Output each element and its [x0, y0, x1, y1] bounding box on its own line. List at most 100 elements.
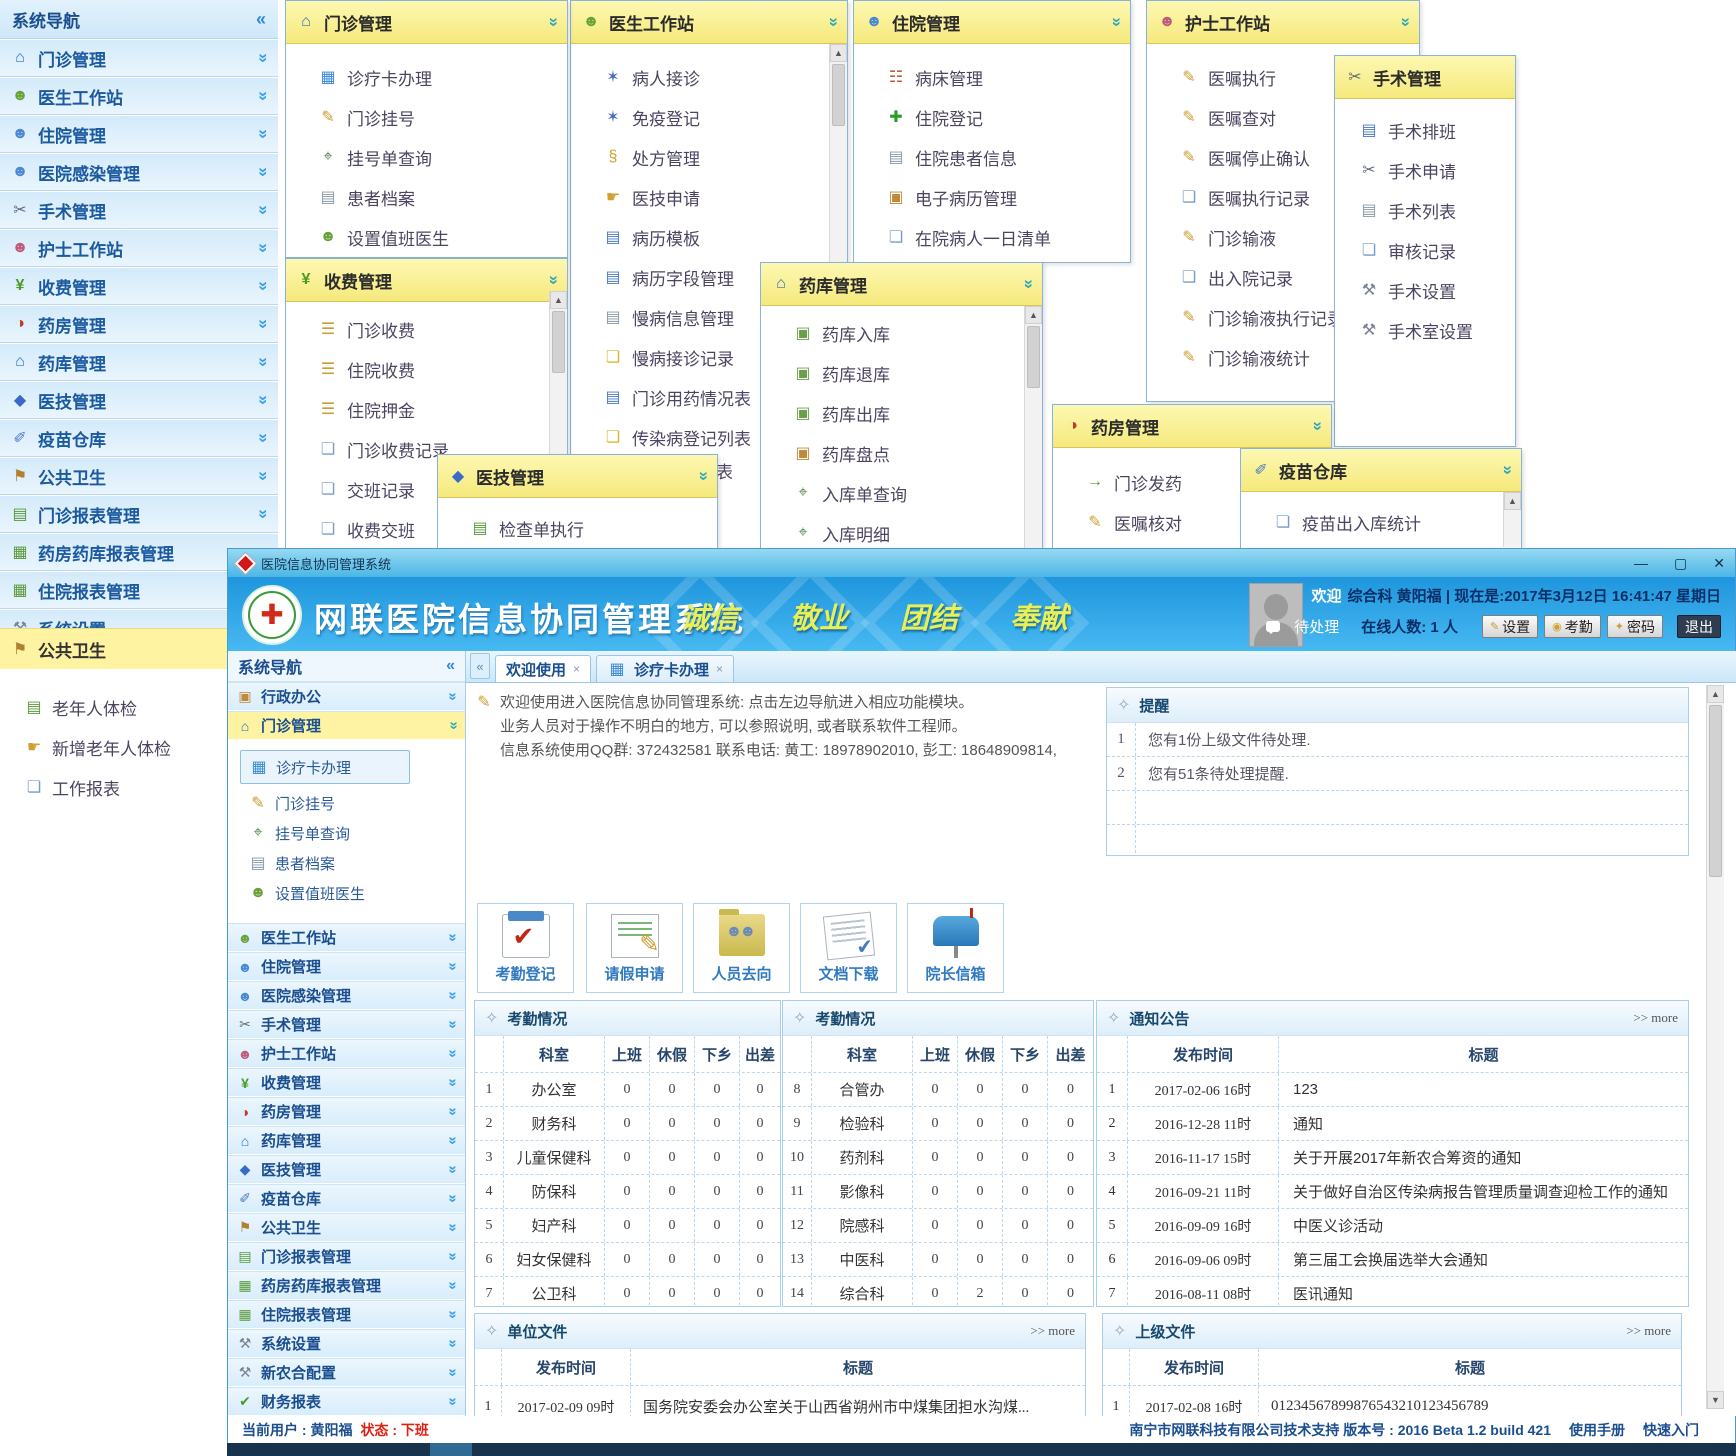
menu-item[interactable]: ✂手术申请 — [1359, 150, 1515, 190]
desktop-nav-item[interactable]: ✐ 疫苗仓库 » — [0, 419, 278, 457]
chevron-up-icon[interactable]: « — [444, 721, 461, 729]
submenu-item[interactable]: ✎ 门诊挂号 — [248, 788, 465, 818]
sidebar-item[interactable]: ◑ 药房管理 » — [228, 1097, 465, 1126]
menu-item[interactable]: ▤检查单执行 — [470, 508, 717, 548]
menu-item[interactable]: ▣电子病历管理 — [886, 177, 1130, 217]
panel-header[interactable]: ◆ 医技管理 « — [438, 455, 717, 498]
menu-item[interactable]: ☰住院收费 — [318, 349, 567, 389]
sidebar-item[interactable]: ▤ 门诊报表管理 » — [228, 1242, 465, 1271]
scroll-thumb[interactable] — [552, 311, 565, 373]
pending-link[interactable]: 待处理 — [1294, 616, 1339, 637]
chevron-down-icon[interactable]: » — [444, 1281, 461, 1289]
sidebar-item[interactable]: ⚒ 新农合配置 » — [228, 1358, 465, 1387]
submenu-item-selected[interactable]: ▦ 诊疗卡办理 — [240, 750, 410, 784]
menu-item[interactable]: ⚒手术室设置 — [1359, 310, 1515, 350]
reminder-row[interactable] — [1107, 791, 1688, 825]
scroll-thumb[interactable] — [1709, 705, 1722, 877]
chevron-down-icon[interactable]: » — [444, 1252, 461, 1260]
message-bubble-icon[interactable] — [1266, 621, 1280, 632]
menu-item[interactable]: ⌖入库单查询 — [793, 473, 1042, 513]
menu-item[interactable]: ▣药库盘点 — [793, 433, 1042, 473]
submenu-item[interactable]: ▤ 患者档案 — [248, 848, 465, 878]
sidebar-item[interactable]: ⌂ 药库管理 » — [228, 1126, 465, 1155]
menu-item[interactable]: ▣药库出库 — [793, 393, 1042, 433]
menu-item[interactable]: ▤患者档案 — [318, 177, 567, 217]
scroll-up-icon[interactable]: ▲ — [830, 44, 847, 62]
reminder-row[interactable] — [1107, 825, 1688, 856]
chevron-down-icon[interactable]: » — [444, 1078, 461, 1086]
shortcut-attendance-register[interactable]: 考勤登记 — [477, 903, 574, 993]
collapse-up-icon[interactable]: « — [822, 17, 842, 26]
close-button[interactable]: ✕ — [1713, 555, 1725, 572]
collapse-up-icon[interactable]: « — [1394, 17, 1414, 26]
panel-header[interactable]: ⌂ 门诊管理 « — [286, 1, 567, 44]
menu-item[interactable]: ▤手术排班 — [1359, 110, 1515, 150]
sidebar-item[interactable]: ✔ 财务报表 » — [228, 1387, 465, 1416]
sidebar-item[interactable]: ◆ 医技管理 » — [228, 1155, 465, 1184]
chevron-down-icon[interactable]: » — [253, 91, 273, 100]
chevron-down-icon[interactable]: » — [253, 509, 273, 518]
scroll-thumb[interactable] — [1027, 326, 1040, 388]
notice-row[interactable]: 5 2016-09-09 16时 中医义诊活动 — [1097, 1209, 1688, 1243]
notice-row[interactable]: 2 2016-12-28 11时 通知 — [1097, 1107, 1688, 1141]
sidebar-item[interactable]: ⚒ 系统设置 » — [228, 1329, 465, 1358]
sidebar-item-outpatient-expanded[interactable]: ⌂ 门诊管理 « — [228, 711, 465, 740]
collapse-up-icon[interactable]: « — [1496, 465, 1516, 474]
tab-close-icon[interactable]: × — [716, 662, 723, 676]
sidebar-item[interactable]: ☻ 医生工作站 » — [228, 923, 465, 952]
panel-header[interactable]: ☻ 医生工作站 « — [571, 1, 847, 44]
sidebar-item[interactable]: ✂ 手术管理 » — [228, 1010, 465, 1039]
panel-header[interactable]: ¥ 收费管理 « — [286, 259, 567, 302]
scrollbar[interactable]: ▲ — [1503, 492, 1521, 547]
panel-header[interactable]: ◑ 药房管理 « — [1053, 405, 1331, 448]
panel-header[interactable]: ✂ 手术管理 — [1335, 56, 1515, 99]
more-link[interactable]: >> more — [1030, 1323, 1075, 1339]
menu-item[interactable]: ❏在院病人一日清单 — [886, 217, 1130, 257]
menu-item[interactable]: ☰住院押金 — [318, 389, 567, 429]
chevron-down-icon[interactable]: » — [444, 1397, 461, 1405]
shortcut-leave-request[interactable]: 请假申请 — [586, 903, 683, 993]
more-link[interactable]: >> more — [1633, 1010, 1678, 1026]
menu-item[interactable]: ❏疫苗出入库统计 — [1273, 502, 1521, 542]
logout-button[interactable]: 退出 — [1677, 615, 1721, 638]
scroll-up-icon[interactable]: ▲ — [1025, 306, 1042, 324]
chevron-down-icon[interactable]: » — [444, 692, 461, 700]
collapse-up-icon[interactable]: « — [692, 471, 712, 480]
menu-item[interactable]: ✎门诊挂号 — [318, 97, 567, 137]
desktop-nav-item[interactable]: ◆ 医技管理 » — [0, 381, 278, 419]
sidebar-item[interactable]: ¥ 收费管理 » — [228, 1068, 465, 1097]
file-row[interactable]: 1 2017-02-08 16时 01234567899876543210123… — [1103, 1386, 1681, 1416]
collapse-left-icon[interactable]: « — [256, 9, 266, 30]
chevron-down-icon[interactable]: » — [253, 243, 273, 252]
notice-row[interactable]: 7 2016-08-11 08时 医讯通知 — [1097, 1277, 1688, 1307]
shortcut-director-mailbox[interactable]: 院长信箱 — [907, 903, 1004, 993]
sidebar-item[interactable]: ✐ 疫苗仓库 » — [228, 1184, 465, 1213]
chevron-down-icon[interactable]: » — [253, 129, 273, 138]
chevron-down-icon[interactable]: » — [253, 471, 273, 480]
menu-item[interactable]: ✶免疫登记 — [603, 97, 847, 137]
taskbar[interactable] — [227, 1443, 1736, 1456]
chevron-down-icon[interactable]: » — [444, 1339, 461, 1347]
chevron-down-icon[interactable]: » — [444, 991, 461, 999]
submenu-item[interactable]: ⌖ 挂号单查询 — [248, 818, 465, 848]
chevron-down-icon[interactable]: » — [253, 205, 273, 214]
notice-row[interactable]: 4 2016-09-21 11时 关于做好自治区传染病报告管理质量调查迎检工作的… — [1097, 1175, 1688, 1209]
scroll-up-icon[interactable]: ▲ — [1707, 685, 1724, 703]
chevron-down-icon[interactable]: » — [444, 1223, 461, 1231]
reminder-row[interactable]: 2 您有51条待处理提醒. — [1107, 757, 1688, 791]
scrollbar[interactable]: ▲ — [1024, 306, 1042, 548]
menu-item[interactable]: ❏审核记录 — [1359, 230, 1515, 270]
manual-link[interactable]: 使用手册 — [1569, 1420, 1625, 1440]
desktop-nav-item[interactable]: ☻ 住院管理 » — [0, 115, 278, 153]
content-scrollbar[interactable]: ▲ ▼ — [1706, 685, 1724, 1409]
quickstart-link[interactable]: 快速入门 — [1643, 1420, 1699, 1440]
sidebar-item[interactable]: ☻ 医院感染管理 » — [228, 981, 465, 1010]
chevron-down-icon[interactable]: » — [444, 1310, 461, 1318]
collapse-up-icon[interactable]: « — [542, 17, 562, 26]
menu-item[interactable]: ☛医技申请 — [603, 177, 847, 217]
chevron-down-icon[interactable]: » — [444, 1020, 461, 1028]
menu-item[interactable]: ✶病人接诊 — [603, 57, 847, 97]
desktop-nav-item[interactable]: ⌂ 药库管理 » — [0, 343, 278, 381]
menu-item[interactable]: ▤手术列表 — [1359, 190, 1515, 230]
chevron-down-icon[interactable]: » — [444, 1165, 461, 1173]
